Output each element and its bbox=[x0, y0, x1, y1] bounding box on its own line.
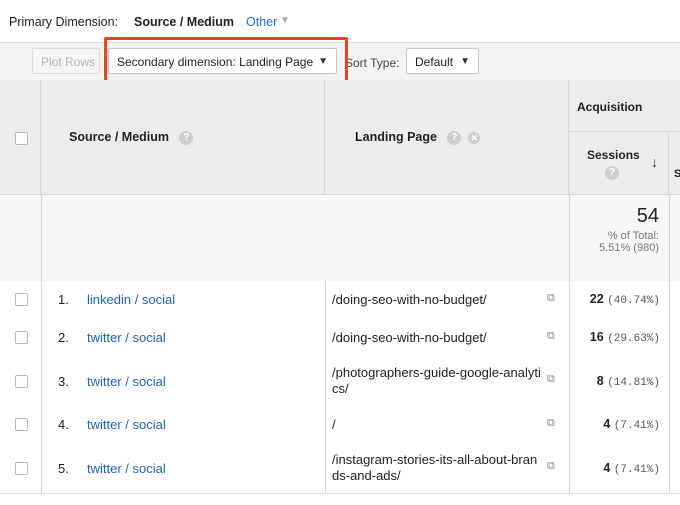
sessions-pct: (7.41%) bbox=[613, 420, 660, 432]
total-pct-value: 5.51% (980) bbox=[599, 242, 659, 254]
total-pct-label: % of Total: bbox=[607, 230, 659, 242]
sessions-cell: 4 (7.41%) bbox=[603, 417, 660, 432]
sort-type-dropdown[interactable]: Default ▼ bbox=[406, 48, 479, 74]
table-row: 1. linkedin / social /doing-seo-with-no-… bbox=[0, 281, 680, 320]
primary-dimension-label: Primary Dimension: bbox=[9, 15, 119, 29]
header-source-medium-label: Source / Medium bbox=[69, 130, 170, 144]
source-medium-link[interactable]: twitter / social bbox=[87, 330, 166, 345]
acquisition-label: Acquisition bbox=[577, 100, 643, 114]
landing-page-value: /doing-seo-with-no-budget/ bbox=[332, 330, 487, 345]
external-link-icon[interactable]: ⧉ bbox=[547, 460, 555, 473]
select-all-checkbox[interactable] bbox=[15, 132, 28, 145]
row-checkbox[interactable] bbox=[15, 462, 28, 475]
landing-page-value: / bbox=[332, 417, 336, 432]
help-icon[interactable]: ? bbox=[605, 166, 619, 180]
totals-row: 54 % of Total: 5.51% (980) bbox=[0, 195, 680, 282]
sessions-value: 4 bbox=[603, 417, 611, 431]
highlight-box bbox=[104, 37, 348, 83]
header-sessions[interactable]: Sessions ↓ ? bbox=[569, 132, 669, 195]
sessions-cell: 22 (40.74%) bbox=[590, 292, 660, 307]
next-metric-label: S bbox=[674, 168, 680, 180]
header-source-medium[interactable]: Source / Medium ? bbox=[41, 80, 325, 195]
external-link-icon[interactable]: ⧉ bbox=[547, 330, 555, 343]
table-row: 5. twitter / social /instagram-stories-i… bbox=[0, 444, 680, 494]
table-row: 2. twitter / social /doing-seo-with-no-b… bbox=[0, 319, 680, 358]
external-link-icon[interactable]: ⧉ bbox=[547, 417, 555, 430]
row-number: 4. bbox=[58, 417, 69, 432]
sessions-label: Sessions bbox=[587, 148, 640, 162]
row-number: 5. bbox=[58, 461, 69, 476]
sessions-cell: 16 (29.63%) bbox=[590, 330, 660, 345]
primary-dimension-value[interactable]: Source / Medium bbox=[134, 15, 234, 29]
sessions-pct: (7.41%) bbox=[613, 464, 660, 476]
help-icon[interactable]: ? bbox=[447, 130, 462, 145]
row-number: 1. bbox=[58, 292, 69, 307]
row-number: 3. bbox=[58, 374, 69, 389]
total-sessions-value: 54 bbox=[636, 205, 659, 227]
help-icon[interactable]: ? bbox=[179, 130, 194, 145]
header-landing-page[interactable]: Landing Page ? ✕ bbox=[325, 80, 569, 195]
plot-rows-button[interactable]: Plot Rows bbox=[32, 48, 100, 74]
sessions-value: 8 bbox=[596, 374, 604, 388]
external-link-icon[interactable]: ⧉ bbox=[547, 373, 555, 386]
source-medium-link[interactable]: twitter / social bbox=[87, 417, 166, 432]
sessions-value: 4 bbox=[603, 461, 611, 475]
row-checkbox[interactable] bbox=[15, 418, 28, 431]
arrow-down-icon: ↓ bbox=[651, 154, 658, 170]
source-medium-link[interactable]: linkedin / social bbox=[87, 292, 175, 307]
header-landing-page-label: Landing Page bbox=[355, 130, 437, 144]
sessions-pct: (14.81%) bbox=[607, 377, 660, 389]
table-row: 4. twitter / social / ⧉ 4 (7.41%) bbox=[0, 406, 680, 445]
row-checkbox[interactable] bbox=[15, 331, 28, 344]
sessions-pct: (40.74%) bbox=[607, 295, 660, 307]
landing-page-value: /doing-seo-with-no-budget/ bbox=[332, 292, 487, 307]
table-row: 3. twitter / social /photographers-guide… bbox=[0, 357, 680, 407]
remove-dimension-icon[interactable]: ✕ bbox=[468, 131, 481, 144]
sort-type-value: Default bbox=[415, 55, 454, 69]
sessions-cell: 8 (14.81%) bbox=[597, 374, 660, 389]
sessions-pct: (29.63%) bbox=[607, 333, 660, 345]
landing-page-value: /photographers-guide-google-analytics/ bbox=[332, 365, 541, 396]
sessions-value: 16 bbox=[589, 330, 604, 344]
row-number: 2. bbox=[58, 330, 69, 345]
row-checkbox[interactable] bbox=[15, 375, 28, 388]
row-checkbox[interactable] bbox=[15, 293, 28, 306]
source-medium-link[interactable]: twitter / social bbox=[87, 374, 166, 389]
header-next-metric[interactable]: S bbox=[669, 132, 680, 195]
sort-type-label: Sort Type: bbox=[345, 56, 400, 70]
chevron-down-icon[interactable]: ▼ bbox=[280, 15, 290, 26]
source-medium-link[interactable]: twitter / social bbox=[87, 461, 166, 476]
landing-page-value: /instagram-stories-its-all-about-brands-… bbox=[332, 452, 538, 483]
header-acquisition-group: Acquisition bbox=[569, 80, 680, 132]
chevron-down-icon: ▼ bbox=[460, 56, 470, 67]
external-link-icon[interactable]: ⧉ bbox=[547, 292, 555, 305]
sessions-cell: 4 (7.41%) bbox=[603, 461, 660, 476]
primary-dimension-other-link[interactable]: Other bbox=[246, 15, 277, 29]
header-checkbox-cell bbox=[0, 80, 41, 195]
sessions-value: 22 bbox=[589, 292, 604, 306]
primary-dimension-bar: Primary Dimension: Source / Medium Other… bbox=[0, 0, 680, 42]
